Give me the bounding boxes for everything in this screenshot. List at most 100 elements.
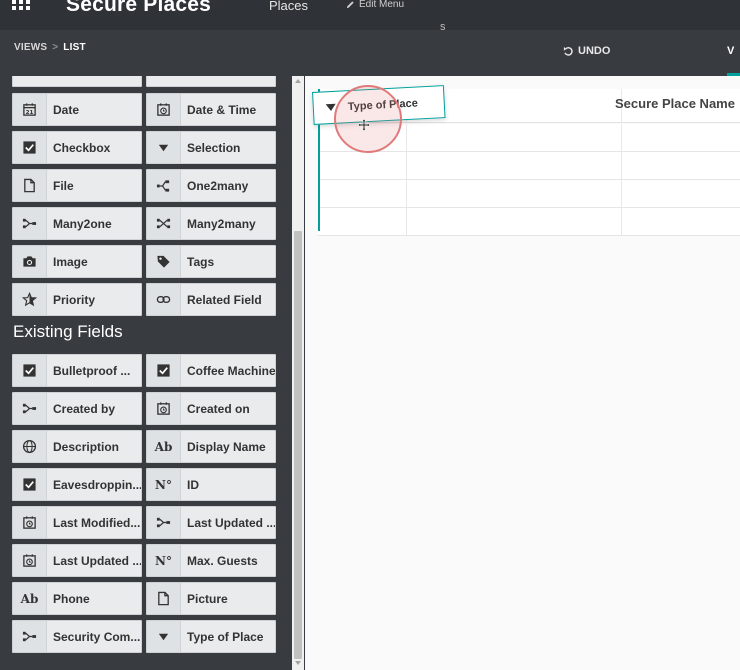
- field-label: Selection: [187, 140, 241, 155]
- field-many2many[interactable]: Many2many: [146, 207, 276, 240]
- field-label: Created by: [53, 401, 116, 416]
- field-label: Phone: [53, 591, 90, 606]
- existing-field-description[interactable]: Description: [12, 430, 142, 463]
- field-label: ID: [187, 477, 199, 492]
- checkbox-icon: [147, 355, 181, 386]
- field-tags[interactable]: Tags: [146, 245, 276, 278]
- field-label: Last Updated ...: [53, 553, 141, 568]
- number-icon: N°: [147, 545, 181, 576]
- scroll-up-arrow-icon[interactable]: [295, 79, 301, 83]
- sidebar-scrollbar[interactable]: [292, 76, 304, 670]
- table-row[interactable]: [318, 208, 740, 236]
- field-selection[interactable]: Selection: [146, 131, 276, 164]
- existing-field-last-modified[interactable]: Last Modified...: [12, 506, 142, 539]
- existing-field-security-company[interactable]: Security Com...: [12, 620, 142, 653]
- existing-field-phone[interactable]: Ab Phone: [12, 582, 142, 615]
- scroll-down-arrow-icon[interactable]: [295, 661, 301, 665]
- app-title: Secure Places: [66, 0, 212, 16]
- field-label: Max. Guests: [187, 553, 258, 568]
- field-label: Coffee Machine: [187, 363, 275, 378]
- field-date-time[interactable]: Date & Time: [146, 93, 276, 126]
- existing-field-display-name[interactable]: Ab Display Name: [146, 430, 276, 463]
- field-checkbox[interactable]: Checkbox: [12, 131, 142, 164]
- menu-places[interactable]: Places: [269, 0, 308, 13]
- tab-view[interactable]: V: [727, 45, 740, 76]
- table-row[interactable]: [318, 180, 740, 208]
- pencil-icon: [346, 1, 354, 9]
- link-icon: [147, 284, 181, 315]
- edit-menu-link[interactable]: Edit Menu: [346, 0, 404, 10]
- calendar-day-text: 21: [26, 110, 34, 116]
- undo-icon: [563, 46, 573, 56]
- existing-field-created-by[interactable]: Created by: [12, 392, 142, 425]
- calendar-icon: 21: [13, 94, 47, 125]
- breadcrumb: VIEWS > LIST: [14, 42, 86, 53]
- field-label: Eavesdroppin...: [53, 477, 141, 492]
- column-header-partial-text: s: [440, 21, 446, 33]
- field-label: Created on: [187, 401, 250, 416]
- top-navbar: Secure Places Places Edit Menu: [0, 0, 740, 30]
- field-related-field[interactable]: Related Field: [146, 283, 276, 316]
- existing-field-created-on[interactable]: Created on: [146, 392, 276, 425]
- existing-field-picture[interactable]: Picture: [146, 582, 276, 615]
- checkbox-icon: [13, 469, 47, 500]
- many2one-icon: [13, 208, 47, 239]
- table-row[interactable]: [318, 152, 740, 180]
- field-label: Last Updated ...: [187, 515, 275, 530]
- field-label: Last Modified...: [53, 515, 141, 530]
- scrollbar-thumb[interactable]: [294, 231, 302, 659]
- camera-icon: [13, 246, 47, 277]
- field-date[interactable]: 21 Date: [12, 93, 142, 126]
- field-label: Bulletproof ...: [53, 363, 131, 378]
- existing-field-type-of-place[interactable]: Type of Place: [146, 620, 276, 653]
- existing-field-last-updated-on[interactable]: Last Updated ...: [12, 544, 142, 577]
- tag-icon: [147, 246, 181, 277]
- apps-grid-icon[interactable]: [12, 0, 32, 10]
- field-image[interactable]: Image: [12, 245, 142, 278]
- star-icon: [13, 284, 47, 315]
- existing-field-id[interactable]: N° ID: [146, 468, 276, 501]
- edit-menu-label: Edit Menu: [359, 0, 405, 10]
- existing-field-eavesdropping[interactable]: Eavesdroppin...: [12, 468, 142, 501]
- existing-fields-title: Existing Fields: [13, 322, 123, 341]
- calendar-clock-icon: [13, 507, 47, 538]
- studio-toolbar: VIEWS > LIST UNDO V: [0, 30, 740, 76]
- field-label: Picture: [187, 591, 228, 606]
- globe-icon: [13, 431, 47, 462]
- breadcrumb-views[interactable]: VIEWS: [14, 42, 47, 53]
- many2many-icon: [147, 208, 181, 239]
- field-label: Related Field: [187, 292, 262, 307]
- move-cursor-icon: [357, 118, 371, 132]
- field-sidebar: 21 Date Date & Time Checkbox Selection F…: [0, 76, 305, 670]
- caret-down-icon: [147, 621, 181, 652]
- field-one2many[interactable]: One2many: [146, 169, 276, 202]
- calendar-clock-icon: [147, 94, 181, 125]
- one2many-icon: [147, 170, 181, 201]
- file-icon: [147, 583, 181, 614]
- field-file[interactable]: File: [12, 169, 142, 202]
- field-label: Type of Place: [187, 629, 264, 644]
- many2one-icon: [147, 507, 181, 538]
- field-label: Date: [53, 102, 80, 117]
- field-label: Tags: [187, 254, 215, 269]
- existing-field-coffee-machine[interactable]: Coffee Machine: [146, 354, 276, 387]
- field-label: Image: [53, 254, 88, 269]
- many2one-icon: [13, 621, 47, 652]
- existing-field-max-guests[interactable]: N° Max. Guests: [146, 544, 276, 577]
- text-ab-icon: Ab: [13, 583, 47, 614]
- field-many2one[interactable]: Many2one: [12, 207, 142, 240]
- field-label: Checkbox: [53, 140, 111, 155]
- existing-field-last-updated-by[interactable]: Last Updated ...: [146, 506, 276, 539]
- breadcrumb-separator: >: [52, 42, 59, 53]
- field-label: Description: [53, 439, 120, 454]
- caret-down-icon: [147, 132, 181, 163]
- undo-button[interactable]: UNDO: [563, 45, 610, 57]
- field-partial-top-left[interactable]: [12, 76, 142, 87]
- field-priority[interactable]: Priority: [12, 283, 142, 316]
- field-label: Date & Time: [187, 102, 257, 117]
- column-header-secure-place-name[interactable]: Secure Place Name: [615, 96, 735, 111]
- field-partial-top-right[interactable]: [146, 76, 276, 87]
- undo-label: UNDO: [578, 45, 611, 57]
- checkbox-icon: [13, 355, 47, 386]
- existing-field-bulletproof[interactable]: Bulletproof ...: [12, 354, 142, 387]
